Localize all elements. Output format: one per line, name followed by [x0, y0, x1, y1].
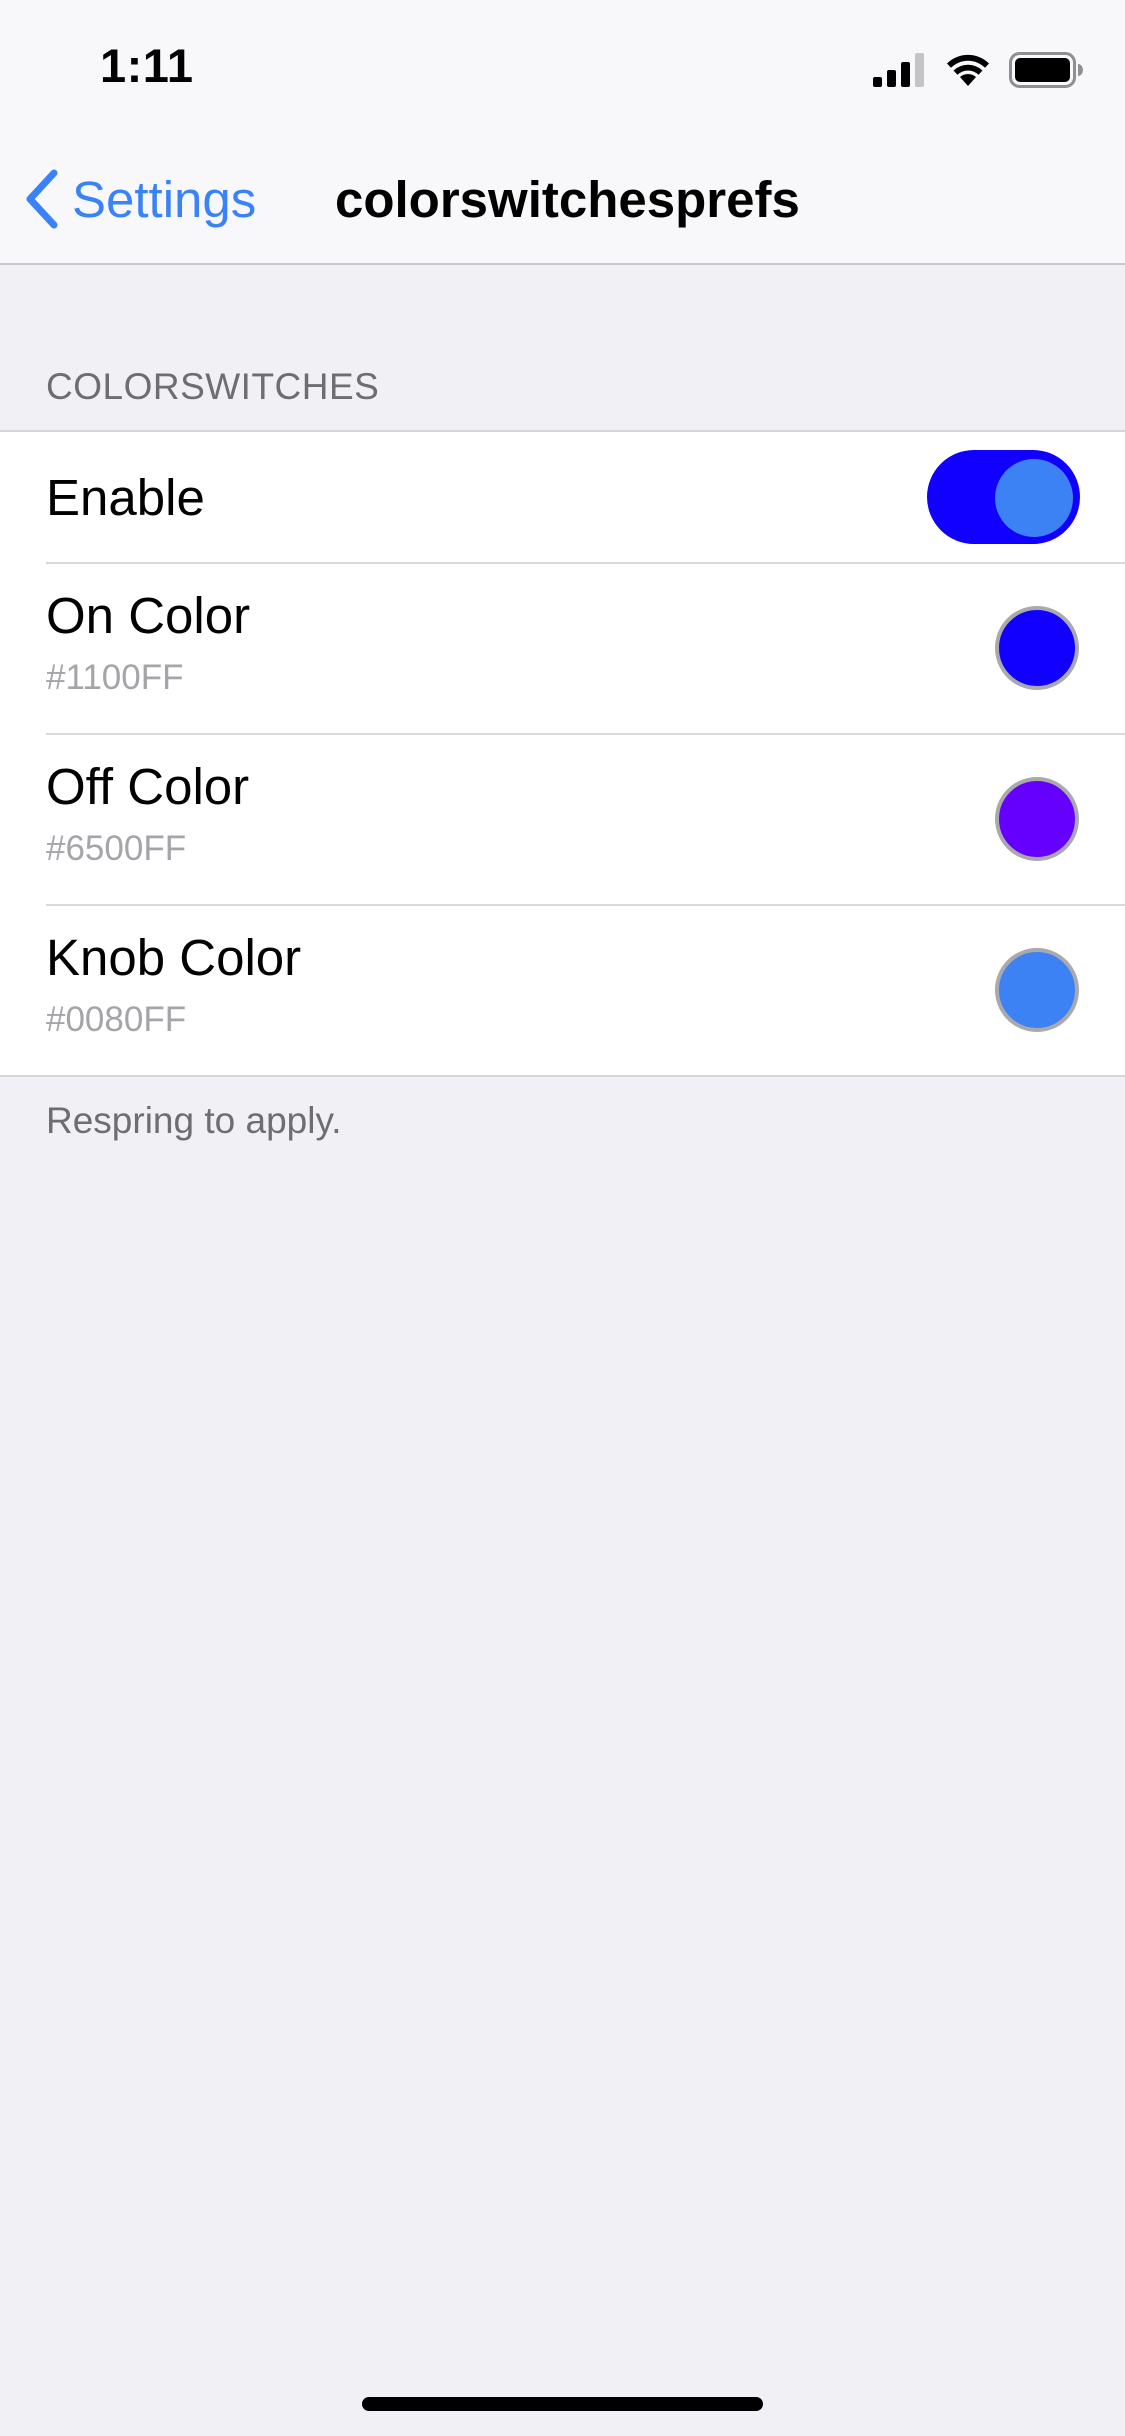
- page-title: colorswitchesprefs: [335, 171, 800, 228]
- status-time: 1:11: [100, 39, 194, 92]
- knob-color-value: #0080FF: [46, 1000, 187, 1039]
- on-color-row[interactable]: On Color #1100FF: [46, 562, 1125, 733]
- on-color-swatch[interactable]: [995, 606, 1079, 690]
- section-footer: Respring to apply.: [46, 1100, 342, 1141]
- toggle-knob: [995, 459, 1073, 537]
- enable-label: Enable: [46, 469, 205, 526]
- section-header: COLORSWITCHES: [46, 366, 380, 407]
- wifi-icon: [947, 54, 989, 86]
- off-color-label: Off Color: [46, 758, 250, 815]
- home-indicator: [362, 2397, 763, 2411]
- off-color-swatch[interactable]: [995, 777, 1079, 861]
- enable-row: Enable: [46, 432, 1125, 562]
- status-bar: 1:11: [0, 0, 1125, 132]
- battery-icon: [1009, 52, 1083, 88]
- chevron-left-icon: [26, 169, 58, 229]
- off-color-row[interactable]: Off Color #6500FF: [46, 733, 1125, 904]
- knob-color-row[interactable]: Knob Color #0080FF: [46, 904, 1125, 1075]
- on-color-value: #1100FF: [46, 658, 184, 697]
- on-color-label: On Color: [46, 587, 251, 644]
- enable-toggle[interactable]: [927, 450, 1080, 544]
- knob-color-swatch[interactable]: [995, 948, 1079, 1032]
- settings-group: Enable On Color #1100FF Off Color #6500F…: [0, 430, 1125, 1077]
- signal-icon: [873, 53, 924, 87]
- back-button[interactable]: Settings: [24, 164, 256, 234]
- back-button-label: Settings: [72, 170, 257, 228]
- status-icons: [873, 50, 1083, 90]
- off-color-value: #6500FF: [46, 829, 187, 868]
- navigation-bar: Settings colorswitchesprefs: [0, 132, 1125, 265]
- knob-color-label: Knob Color: [46, 929, 302, 986]
